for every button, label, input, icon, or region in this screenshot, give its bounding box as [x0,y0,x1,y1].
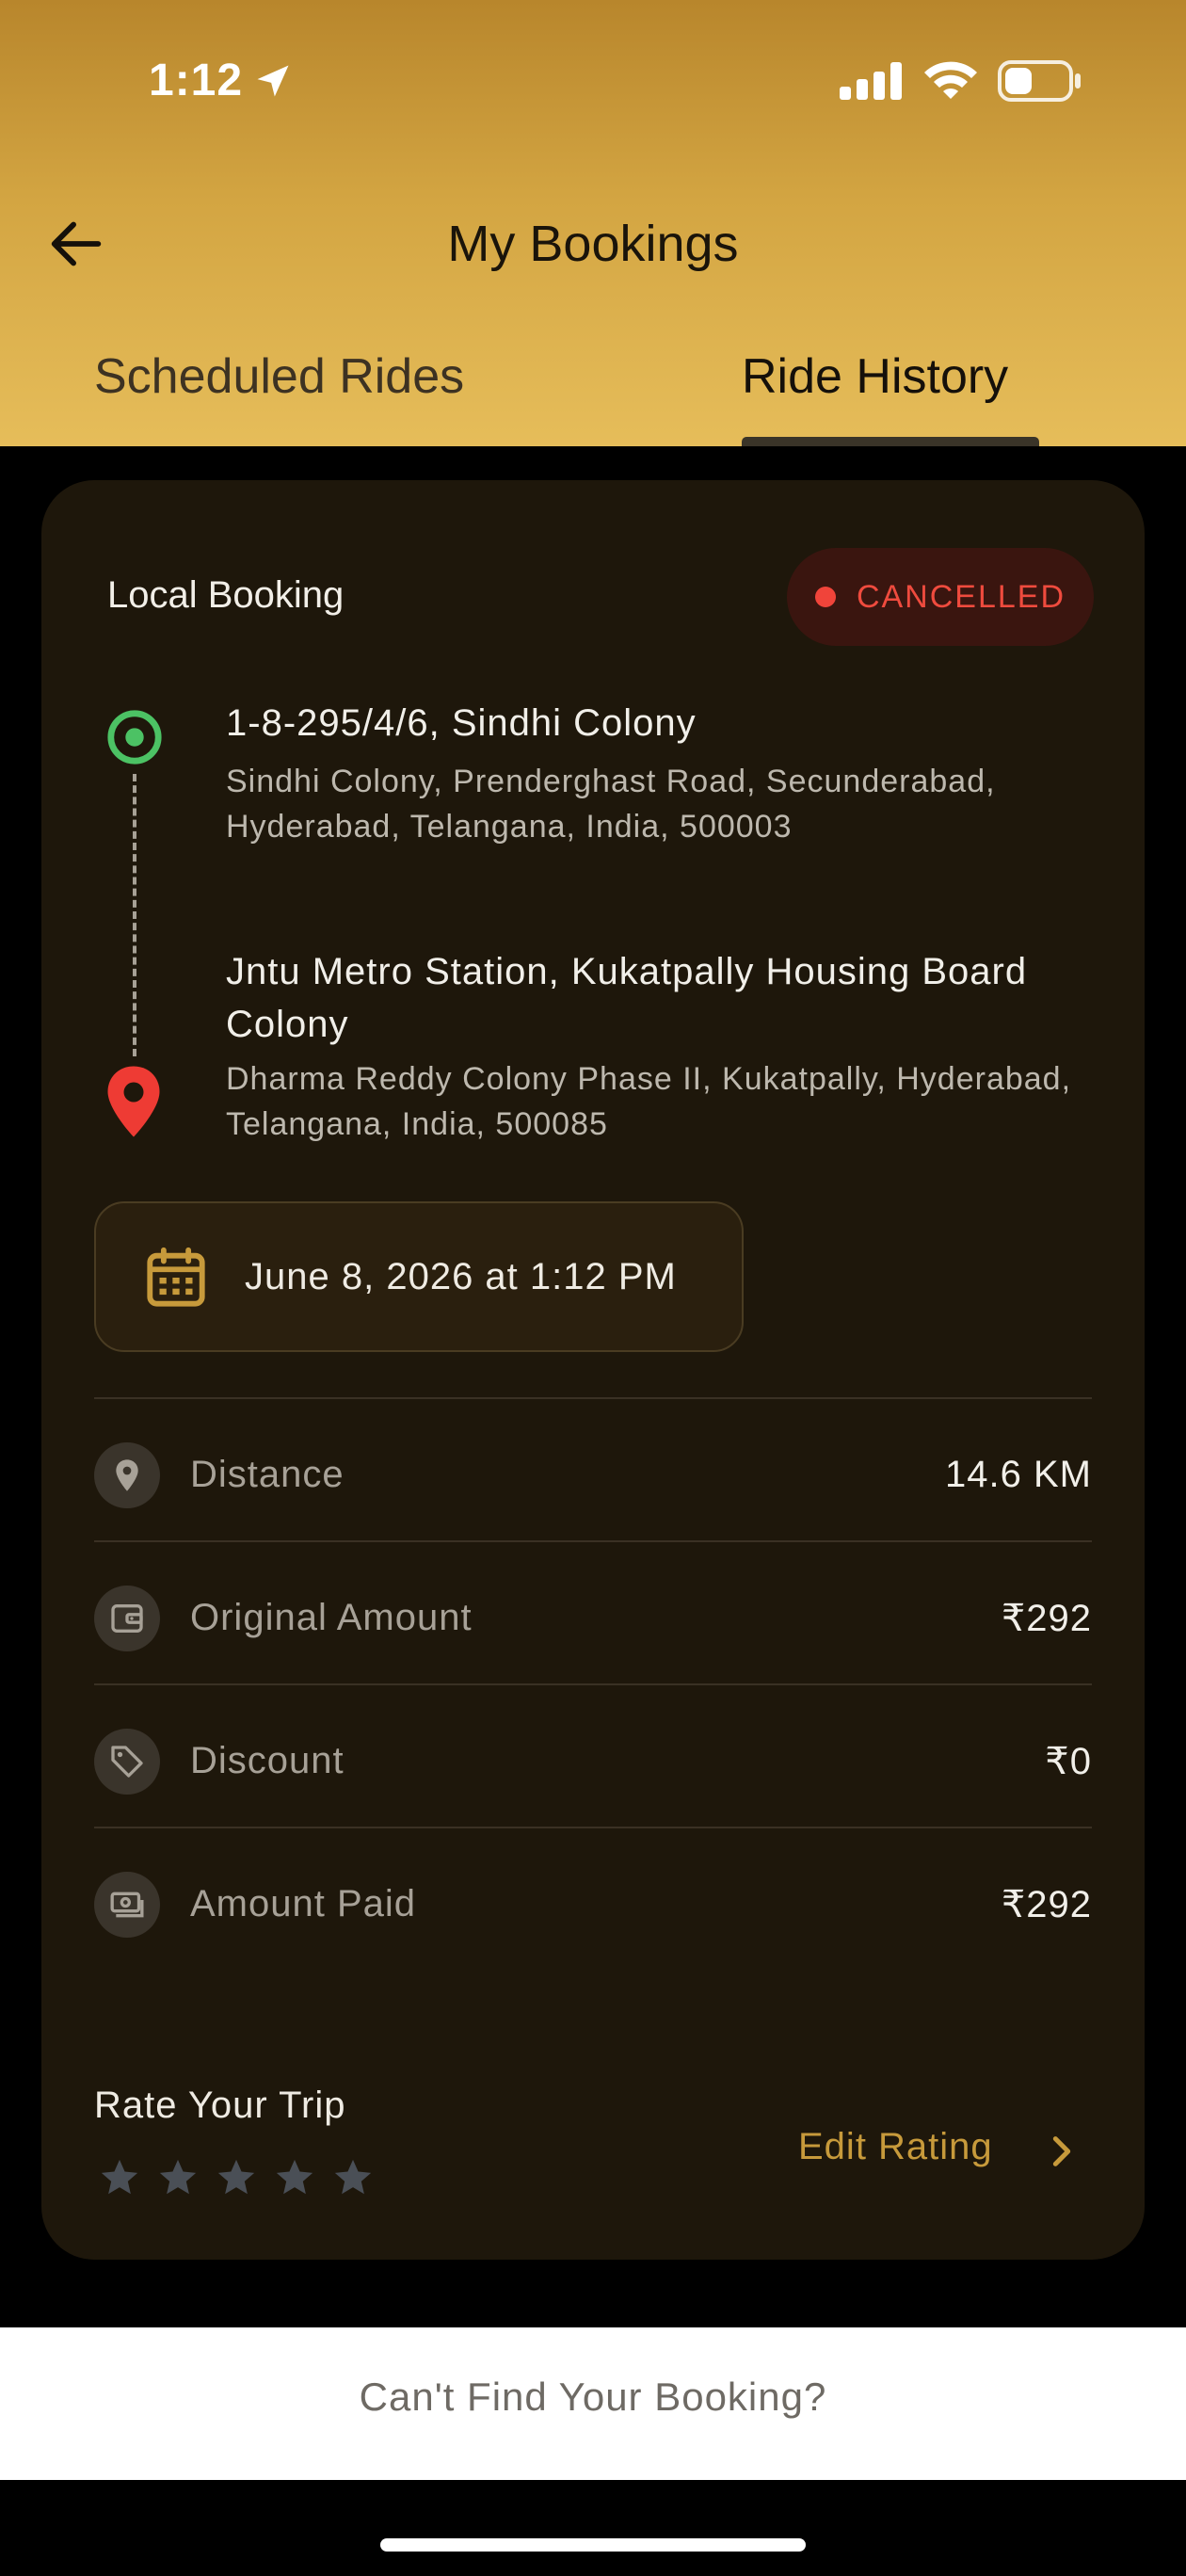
drop-address: Dharma Reddy Colony Phase II, Kukatpally… [226,1061,1072,1142]
star-rating[interactable] [98,2156,375,2199]
cellular-signal-icon [840,62,902,100]
page-title: My Bookings [447,216,739,272]
tag-icon [94,1729,160,1795]
amount-paid-value: ₹292 [1001,1884,1092,1925]
amount-paid-label: Amount Paid [190,1883,417,1924]
edit-rating-link[interactable]: Edit Rating [798,2126,993,2168]
tabs: Scheduled Rides Ride History [0,339,1186,446]
active-tab-indicator [742,437,1039,446]
star-icon[interactable] [98,2156,141,2199]
location-pin-icon [94,1442,160,1508]
detail-row-distance: Distance 14.6 KM [94,1422,1092,1525]
booking-card[interactable]: Local Booking CANCELLED 1-8-295/4/6, Sin… [41,480,1145,2260]
detail-row-discount: Discount ₹0 [94,1708,1092,1811]
distance-label: Distance [190,1454,345,1495]
drop-name: Jntu Metro Station, Kukatpally Housing B… [226,951,1028,1045]
status-badge: CANCELLED [787,548,1094,646]
divider [94,1683,1092,1685]
star-icon[interactable] [331,2156,375,2199]
home-indicator[interactable] [380,2538,806,2552]
booking-datetime-text: June 8, 2026 at 1:12 PM [245,1256,677,1297]
wifi-icon [924,61,977,99]
distance-value: 14.6 KM [945,1454,1092,1495]
header: 1:12 My Bookings Scheduled Rides Ride Hi [0,0,1186,446]
cash-icon [94,1872,160,1938]
detail-row-amount-paid: Amount Paid ₹292 [94,1851,1092,1955]
location-arrow-icon [257,65,289,97]
status-time: 1:12 [149,56,244,105]
status-bar: 1:12 [0,0,1186,160]
tab-scheduled-rides[interactable]: Scheduled Rides [94,348,464,405]
divider [94,1827,1092,1828]
tab-ride-history[interactable]: Ride History [742,348,1008,405]
star-icon[interactable] [273,2156,316,2199]
star-icon[interactable] [156,2156,200,2199]
pickup-address: Sindhi Colony, Prenderghast Road, Secund… [226,764,996,845]
calendar-icon [147,1247,205,1307]
booking-datetime: June 8, 2026 at 1:12 PM [94,1201,744,1352]
discount-label: Discount [190,1740,345,1781]
star-icon[interactable] [215,2156,258,2199]
pickup-name: 1-8-295/4/6, Sindhi Colony [226,702,697,744]
original-amount-value: ₹292 [1001,1598,1092,1639]
divider [94,1540,1092,1542]
detail-row-original-amount: Original Amount ₹292 [94,1565,1092,1668]
rate-trip-label: Rate Your Trip [94,2085,346,2126]
drop-pin-icon [107,1066,160,1137]
route-line [133,774,136,1056]
footer-bar: Can't Find Your Booking? [0,2327,1186,2480]
status-dot-icon [814,587,836,607]
status-text: CANCELLED [856,578,1066,615]
original-amount-label: Original Amount [190,1597,473,1638]
divider [94,1397,1092,1399]
pickup-marker-icon [107,710,162,765]
booking-type: Local Booking [107,574,345,616]
discount-value: ₹0 [1045,1741,1092,1782]
battery-icon [998,60,1081,102]
cant-find-booking-button[interactable]: Can't Find Your Booking? [0,2375,1186,2420]
chevron-right-icon[interactable] [1043,2130,1081,2173]
wallet-icon [94,1586,160,1651]
nav-bar: My Bookings [0,188,1186,301]
